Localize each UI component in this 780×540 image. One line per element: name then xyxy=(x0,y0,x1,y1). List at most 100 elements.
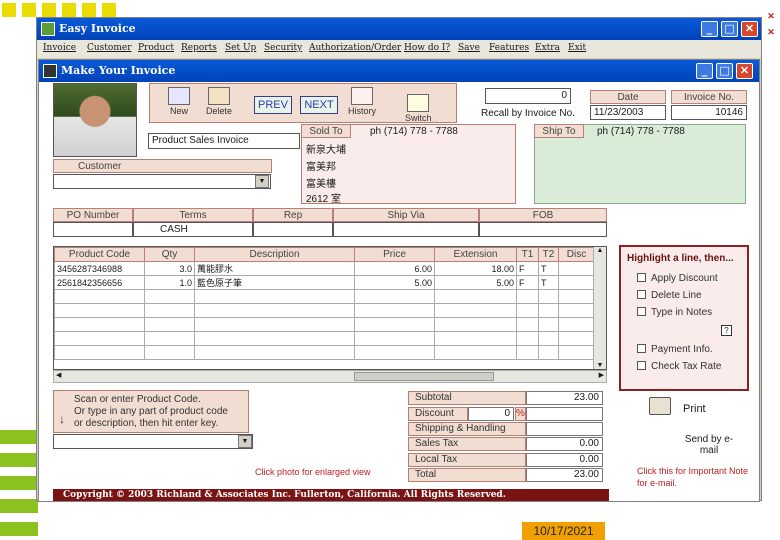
switch-button[interactable]: Switch xyxy=(405,94,432,123)
table-row[interactable]: 3456287346988 3.0 萬能膠水 6.00 18.00 F T xyxy=(54,261,595,276)
ship-to-box[interactable]: Ship To ph (714) 778 - 7788 xyxy=(534,124,746,204)
rep-field[interactable] xyxy=(253,222,333,237)
close-button[interactable]: ✕ xyxy=(741,21,758,37)
fob-field[interactable] xyxy=(479,222,607,237)
deco-bar xyxy=(0,430,38,444)
col-price[interactable]: Price xyxy=(354,247,435,262)
terms-field[interactable]: CASH xyxy=(133,222,253,237)
menu-exit[interactable]: Exit xyxy=(568,43,586,53)
shipping-input[interactable] xyxy=(526,422,603,436)
new-label: New xyxy=(169,106,188,116)
apply-discount-option[interactable]: Apply Discount xyxy=(637,273,718,284)
cell-disc[interactable] xyxy=(558,261,595,276)
col-extension[interactable]: Extension xyxy=(434,247,517,262)
checkbox[interactable] xyxy=(637,290,646,299)
delete-button[interactable]: Delete xyxy=(206,87,232,116)
delete-line-option[interactable]: Delete Line xyxy=(637,290,702,301)
printer-icon[interactable] xyxy=(649,397,671,415)
scroll-right-icon[interactable]: ▶ xyxy=(599,371,604,379)
po-number-field[interactable] xyxy=(53,222,133,237)
cell-product-code[interactable]: 3456287346988 xyxy=(54,261,145,276)
checkbox[interactable] xyxy=(637,307,646,316)
menu-invoice[interactable]: Invoice xyxy=(43,43,76,53)
invoice-close-button[interactable]: ✕ xyxy=(736,63,753,79)
cell-extension[interactable]: 18.00 xyxy=(434,261,517,276)
grid-vertical-scrollbar[interactable]: ▲ ▼ xyxy=(593,247,606,369)
cell-product-code[interactable]: 2561842356656 xyxy=(54,275,145,290)
menu-save[interactable]: Save xyxy=(458,43,480,53)
minimize-button[interactable]: _ xyxy=(701,21,718,37)
menu-extra[interactable]: Extra xyxy=(535,43,560,53)
cell-price[interactable]: 5.00 xyxy=(354,275,435,290)
menu-authorization[interactable]: Authorization/Order xyxy=(309,43,401,53)
cell-t1[interactable]: F xyxy=(516,275,539,290)
product-code-input[interactable] xyxy=(53,434,253,449)
menu-customer[interactable]: Customer xyxy=(87,43,132,53)
print-button[interactable]: Print xyxy=(683,403,706,415)
cell-disc[interactable] xyxy=(558,275,595,290)
invoice-maximize-button[interactable]: □ xyxy=(716,63,733,79)
cell-description[interactable]: 萬能膠水 xyxy=(194,261,355,276)
important-note-link[interactable]: Click this for Important Note for e-mail… xyxy=(637,465,749,489)
corner-logo-icon: ✕ ✕ xyxy=(767,11,775,37)
cell-t2[interactable]: T xyxy=(538,261,559,276)
new-button[interactable]: New xyxy=(168,87,190,116)
cell-description[interactable]: 藍色原子筆 xyxy=(194,275,355,290)
invoice-minimize-button[interactable]: _ xyxy=(696,63,713,79)
invoice-type-field[interactable]: Product Sales Invoice xyxy=(148,133,300,149)
next-button[interactable]: NEXT xyxy=(300,96,338,114)
menu-features[interactable]: Features xyxy=(489,43,529,53)
col-product-code[interactable]: Product Code xyxy=(54,247,145,262)
customer-dropdown[interactable] xyxy=(53,174,271,189)
menu-product[interactable]: Product xyxy=(138,43,174,53)
cell-price[interactable]: 6.00 xyxy=(354,261,435,276)
col-t2[interactable]: T2 xyxy=(538,247,559,262)
menu-reports[interactable]: Reports xyxy=(181,43,217,53)
customer-photo[interactable] xyxy=(53,83,137,157)
ship-via-field[interactable] xyxy=(333,222,479,237)
table-row[interactable] xyxy=(54,345,595,360)
recall-input[interactable]: 0 xyxy=(485,88,571,104)
cell-extension[interactable]: 5.00 xyxy=(434,275,517,290)
send-email-button[interactable]: Send by e-mail xyxy=(679,434,739,456)
menu-security[interactable]: Security xyxy=(264,43,302,53)
notes-icon[interactable]: ? xyxy=(721,325,732,336)
discount-row: Discount 0 % xyxy=(408,407,603,421)
sold-to-box[interactable]: Sold To ph (714) 778 - 7788 新泉大埔 富美邦 富美樓… xyxy=(301,124,516,205)
table-row[interactable] xyxy=(54,331,595,346)
cell-t1[interactable]: F xyxy=(516,261,539,276)
scroll-left-icon[interactable]: ◀ xyxy=(56,371,61,379)
payment-info-option[interactable]: Payment Info. xyxy=(637,344,713,355)
date-field[interactable]: 11/23/2003 xyxy=(590,105,666,120)
menu-how-do-i[interactable]: How do I? xyxy=(404,43,450,53)
col-qty[interactable]: Qty xyxy=(144,247,195,262)
check-tax-rate-option[interactable]: Check Tax Rate xyxy=(637,361,721,372)
discount-value xyxy=(526,407,603,421)
discount-percent-input[interactable]: 0 xyxy=(468,407,514,421)
cell-qty[interactable]: 1.0 xyxy=(144,275,195,290)
table-row[interactable] xyxy=(54,289,595,304)
table-row[interactable]: 2561842356656 1.0 藍色原子筆 5.00 5.00 F T xyxy=(54,275,595,290)
product-code-chevron-icon[interactable]: ▼ xyxy=(238,435,252,448)
menu-setup[interactable]: Set Up xyxy=(225,43,256,53)
prev-button[interactable]: PREV xyxy=(254,96,292,114)
checkbox[interactable] xyxy=(637,273,646,282)
type-in-notes-option[interactable]: Type in Notes xyxy=(637,307,712,318)
maximize-button[interactable]: □ xyxy=(721,21,738,37)
invoice-no-field[interactable]: 10146 xyxy=(671,105,747,120)
customer-dropdown-chevron-icon[interactable]: ▼ xyxy=(255,175,269,188)
cell-qty[interactable]: 3.0 xyxy=(144,261,195,276)
table-row[interactable] xyxy=(54,303,595,318)
checkbox[interactable] xyxy=(637,361,646,370)
grid-horizontal-scrollbar[interactable]: ◀ ▶ xyxy=(53,370,607,383)
scroll-thumb[interactable] xyxy=(354,372,494,381)
col-disc[interactable]: Disc xyxy=(558,247,595,262)
col-t1[interactable]: T1 xyxy=(516,247,539,262)
scroll-up-icon[interactable]: ▲ xyxy=(594,247,606,254)
checkbox[interactable] xyxy=(637,344,646,353)
col-description[interactable]: Description xyxy=(194,247,355,262)
scroll-down-icon[interactable]: ▼ xyxy=(594,362,606,369)
cell-t2[interactable]: T xyxy=(538,275,559,290)
table-row[interactable] xyxy=(54,317,595,332)
history-button[interactable]: History xyxy=(348,87,376,116)
